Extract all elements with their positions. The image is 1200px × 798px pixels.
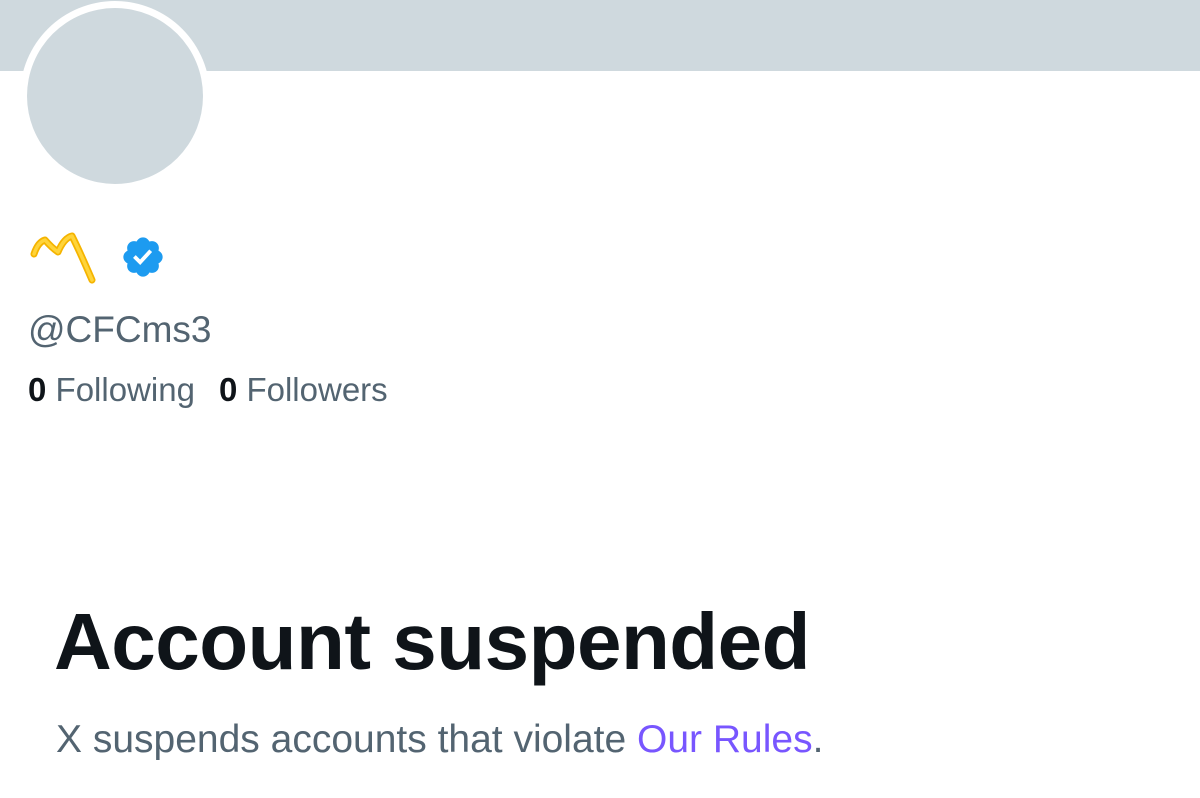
profile-handle: @CFCms3 (28, 309, 212, 350)
suspension-message-end: . (812, 718, 824, 761)
suspension-title: Account suspended (54, 597, 811, 686)
following-count: 0 (28, 371, 47, 408)
followers-count: 0 (218, 371, 238, 408)
followers-label: Followers (246, 371, 388, 408)
profile-stats: 0 Following 0 Followers (28, 370, 412, 410)
avatar[interactable] (20, 1, 210, 191)
suspension-message-text: X suspends accounts that violate (56, 718, 638, 761)
verified-badge-icon (123, 237, 163, 277)
avatar-placeholder (27, 8, 203, 184)
followers-stat[interactable]: 0 Followers (219, 370, 388, 410)
suspension-message: X suspends accounts that violate Our Rul… (56, 716, 823, 764)
m-emoji-icon (30, 232, 96, 284)
our-rules-link[interactable]: Our Rules (637, 718, 813, 761)
following-stat[interactable]: 0 Following (28, 370, 195, 410)
following-label: Following (55, 371, 195, 408)
